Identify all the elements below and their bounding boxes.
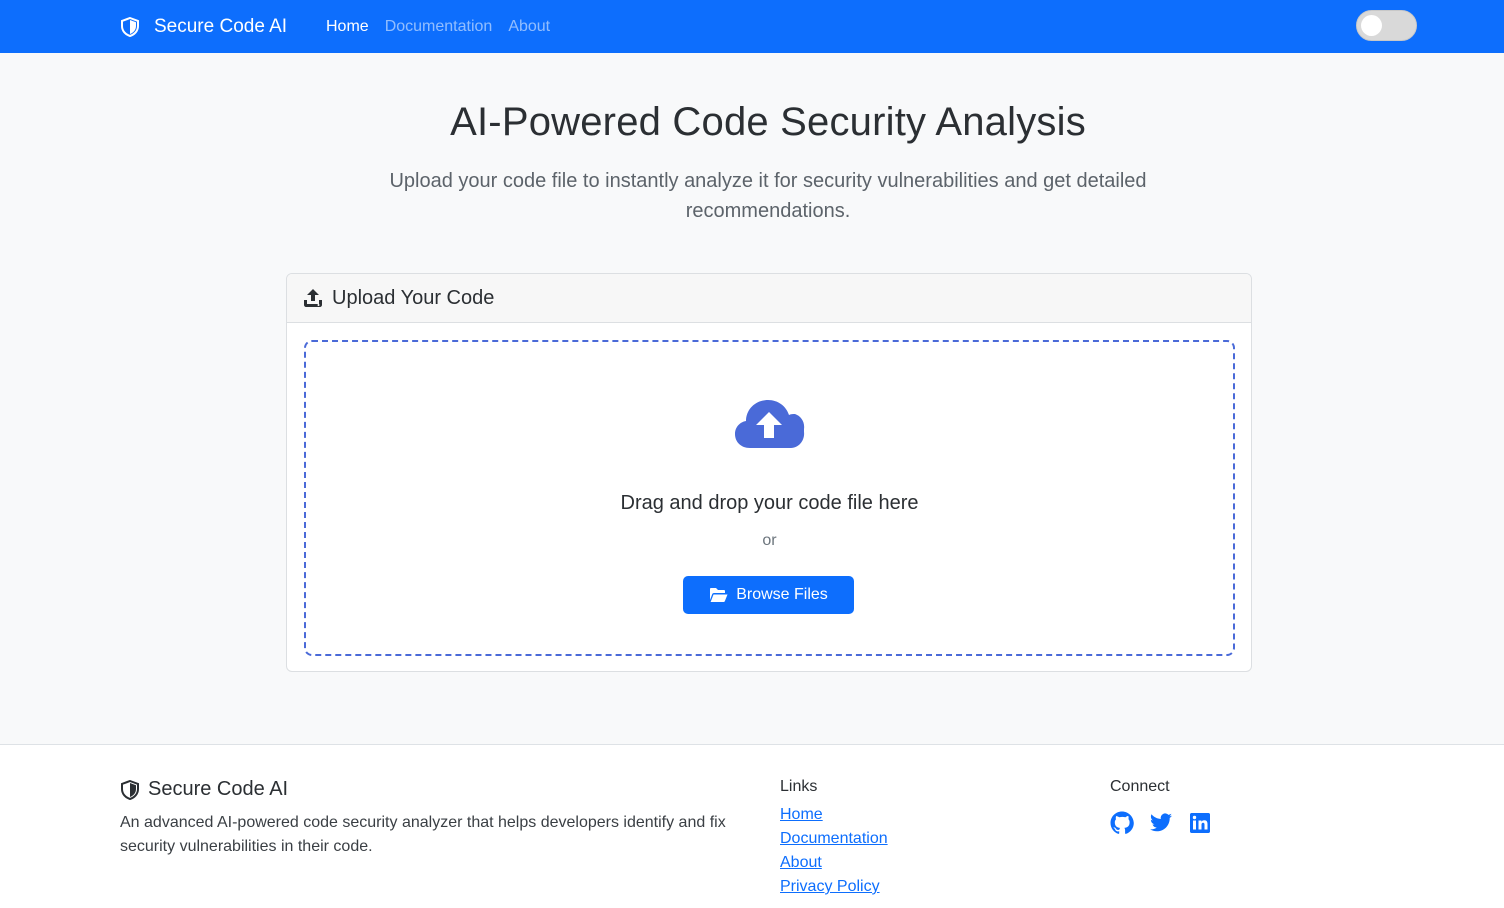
linkedin-icon[interactable]: [1188, 811, 1212, 835]
footer-brand-name: Secure Code AI: [148, 778, 289, 800]
browse-files-label: Browse Files: [736, 586, 828, 603]
shield-icon: [121, 16, 139, 37]
footer: Secure Code AI An advanced AI-powered co…: [0, 744, 1504, 908]
shield-icon: [121, 779, 139, 800]
upload-icon: [304, 289, 322, 307]
page-title: AI-Powered Code Security Analysis: [450, 100, 1086, 144]
brand-name: Secure Code AI: [154, 15, 288, 37]
upload-card-header: Upload Your Code: [287, 274, 1251, 323]
toggle-knob: [1361, 15, 1382, 36]
brand-link[interactable]: Secure Code AI: [120, 0, 287, 53]
footer-description: An advanced AI-powered code security ana…: [120, 814, 726, 855]
folder-open-icon: [710, 588, 728, 602]
theme-toggle[interactable]: [1356, 10, 1417, 41]
nav-links: Home Documentation About: [318, 0, 558, 53]
or-separator: or: [762, 532, 777, 549]
github-icon[interactable]: [1110, 811, 1134, 835]
footer-link-documentation[interactable]: Documentation: [780, 830, 888, 847]
upload-card-title: Upload Your Code: [332, 286, 495, 309]
twitter-icon[interactable]: [1149, 811, 1173, 835]
footer-link-about[interactable]: About: [780, 854, 822, 871]
cloud-upload-icon: [735, 400, 805, 448]
footer-connect-title: Connect: [1110, 778, 1170, 795]
page-subtitle: Upload your code file to instantly analy…: [389, 170, 1147, 222]
nav-documentation[interactable]: Documentation: [377, 18, 501, 36]
dropzone-text: Drag and drop your code file here: [620, 492, 919, 514]
browse-files-button[interactable]: Browse Files: [683, 576, 854, 614]
nav-home[interactable]: Home: [318, 18, 377, 36]
file-dropzone[interactable]: Drag and drop your code file here or Bro…: [304, 340, 1235, 656]
social-links: [1110, 811, 1212, 835]
upload-card: Upload Your Code Drag and drop your code…: [286, 273, 1252, 672]
navbar: Secure Code AI Home Documentation About: [0, 0, 1504, 53]
footer-link-privacy-policy[interactable]: Privacy Policy: [780, 878, 880, 895]
footer-links: Home Documentation About Privacy Policy: [780, 806, 888, 902]
nav-about[interactable]: About: [500, 18, 558, 36]
footer-links-title: Links: [780, 778, 818, 795]
footer-brand: Secure Code AI: [120, 778, 288, 801]
footer-link-home[interactable]: Home: [780, 806, 823, 823]
